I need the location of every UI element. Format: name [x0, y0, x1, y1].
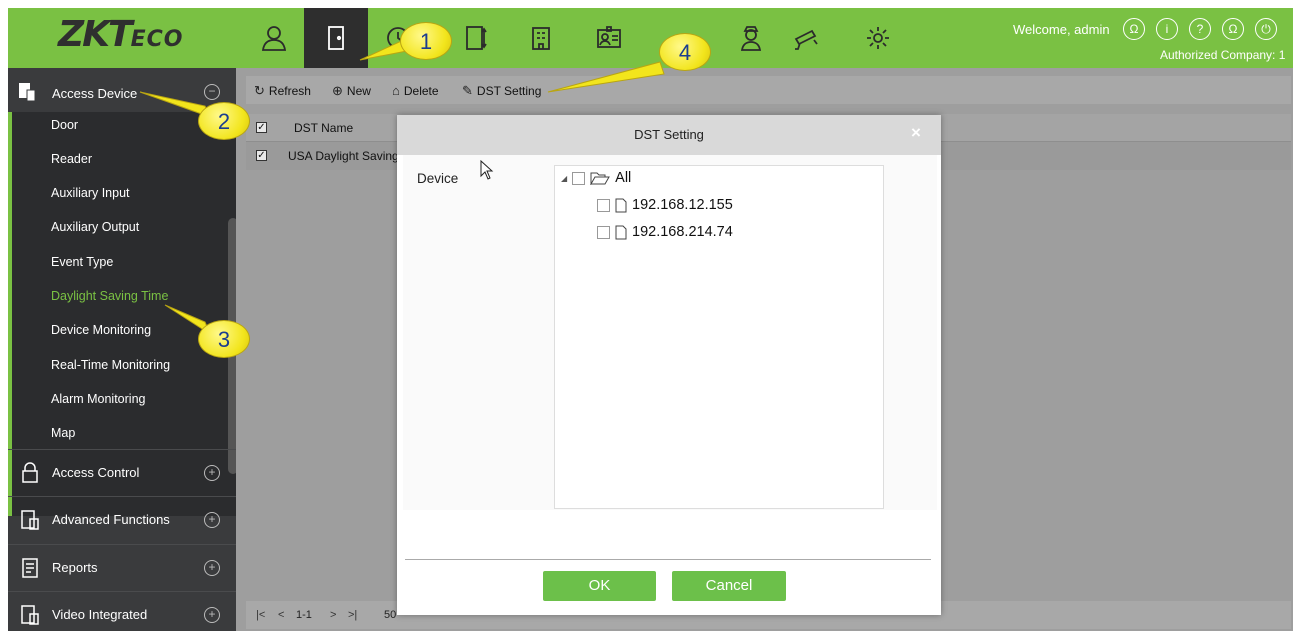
callout-pointers — [139, 37, 665, 336]
app-window: ZKTECO Welcome, admin Ω i ? Ω ⏻ Authoriz… — [0, 0, 1293, 631]
callout-badge-2: 2 — [198, 102, 250, 140]
callout-badge-1: 1 — [400, 22, 452, 60]
callout-badge-3: 3 — [198, 320, 250, 358]
callout-badge-4: 4 — [659, 33, 711, 71]
callout-4-pointer — [547, 61, 665, 93]
